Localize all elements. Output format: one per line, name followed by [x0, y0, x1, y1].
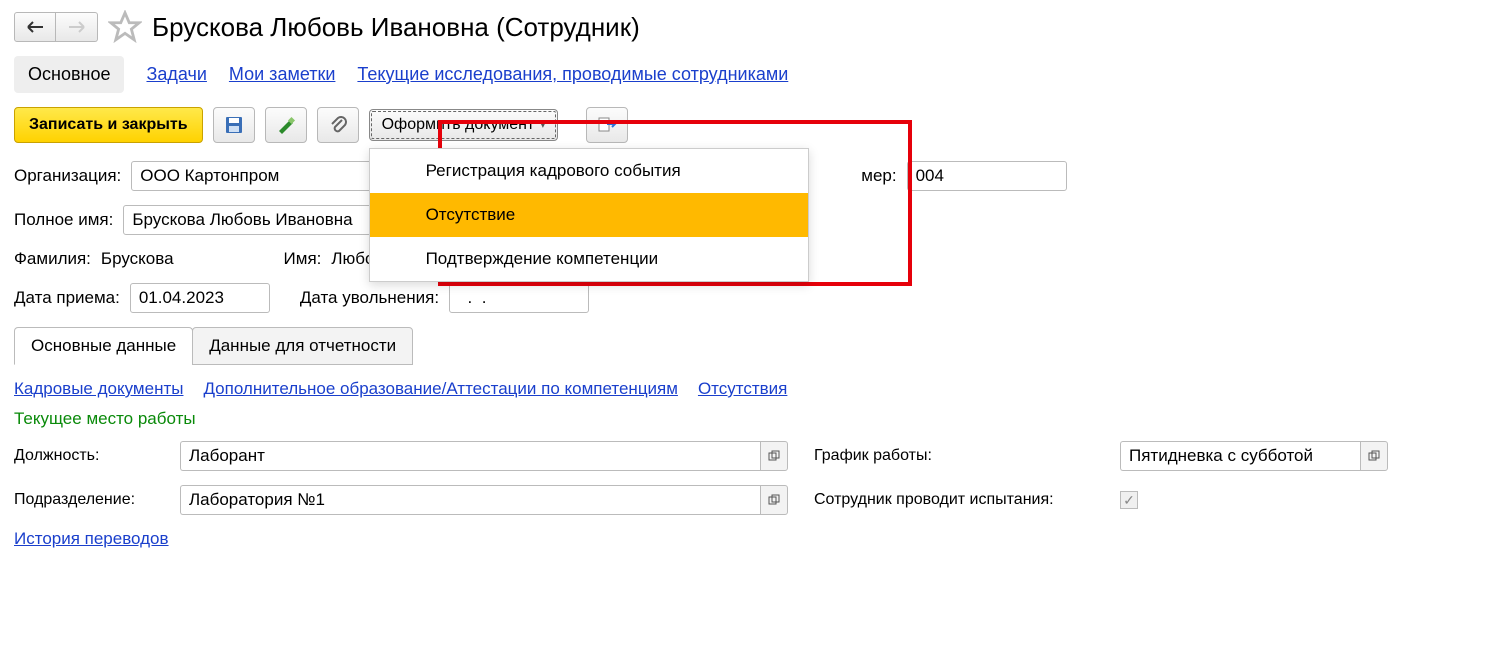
create-document-menu: Регистрация кадрового события Отсутствие… — [369, 148, 809, 282]
link-hr-documents[interactable]: Кадровые документы — [14, 379, 183, 399]
surname-value: Брускова — [101, 249, 174, 269]
paperclip-icon — [329, 115, 347, 135]
fire-date-input[interactable] — [449, 283, 589, 313]
section-current-job: Текущее место работы — [14, 409, 1496, 429]
conducts-tests-checkbox: ✓ — [1120, 491, 1138, 509]
conducts-tests-label: Сотрудник проводит испытания: — [814, 491, 1104, 509]
schedule-input[interactable] — [1120, 441, 1360, 471]
highlighter-button[interactable] — [265, 107, 307, 143]
surname-label: Фамилия: — [14, 249, 91, 269]
name-label: Имя: — [284, 249, 322, 269]
tab-main-data[interactable]: Основные данные — [14, 327, 193, 365]
menu-item-absence[interactable]: Отсутствие — [370, 193, 808, 237]
save-button[interactable] — [213, 107, 255, 143]
arrow-left-icon — [25, 20, 45, 34]
number-input[interactable] — [907, 161, 1067, 191]
export-button[interactable] — [586, 107, 628, 143]
favorite-star-icon[interactable] — [108, 10, 142, 44]
fire-date-label: Дата увольнения: — [300, 288, 439, 308]
schedule-label: График работы: — [814, 447, 1104, 465]
open-external-icon — [768, 450, 780, 462]
tab-research[interactable]: Текущие исследования, проводимые сотрудн… — [357, 56, 788, 93]
create-document-dropdown[interactable]: Оформить документ ▾ — [369, 109, 559, 141]
open-external-icon — [1368, 450, 1380, 462]
create-document-label: Оформить документ — [382, 116, 535, 134]
open-external-icon — [768, 494, 780, 506]
organization-label: Организация: — [14, 166, 121, 186]
tab-main[interactable]: Основное — [14, 56, 124, 93]
number-label: мер: — [861, 166, 896, 186]
fullname-label: Полное имя: — [14, 210, 113, 230]
position-input[interactable] — [180, 441, 760, 471]
save-and-close-button[interactable]: Записать и закрыть — [14, 107, 203, 143]
department-label: Подразделение: — [14, 491, 164, 509]
schedule-open-button[interactable] — [1360, 441, 1388, 471]
export-icon — [597, 115, 617, 135]
highlighter-icon — [276, 115, 296, 135]
caret-down-icon: ▾ — [540, 120, 545, 131]
link-education[interactable]: Дополнительное образование/Аттестации по… — [203, 379, 677, 399]
department-input[interactable] — [180, 485, 760, 515]
position-open-button[interactable] — [760, 441, 788, 471]
page-title: Брускова Любовь Ивановна (Сотрудник) — [152, 12, 640, 43]
tab-notes[interactable]: Мои заметки — [229, 56, 336, 93]
nav-forward-button[interactable] — [56, 12, 98, 42]
arrow-right-icon — [67, 20, 87, 34]
menu-item-confirm-competence[interactable]: Подтверждение компетенции — [370, 237, 808, 281]
hire-date-label: Дата приема: — [14, 288, 120, 308]
tab-report-data[interactable]: Данные для отчетности — [192, 327, 413, 365]
tab-tasks[interactable]: Задачи — [146, 56, 206, 93]
position-label: Должность: — [14, 447, 164, 465]
hire-date-input[interactable] — [130, 283, 270, 313]
link-absences[interactable]: Отсутствия — [698, 379, 787, 399]
link-transfer-history[interactable]: История переводов — [14, 529, 169, 548]
attachment-button[interactable] — [317, 107, 359, 143]
floppy-icon — [225, 116, 243, 134]
menu-item-register-event[interactable]: Регистрация кадрового события — [370, 149, 808, 193]
department-open-button[interactable] — [760, 485, 788, 515]
nav-back-button[interactable] — [14, 12, 56, 42]
